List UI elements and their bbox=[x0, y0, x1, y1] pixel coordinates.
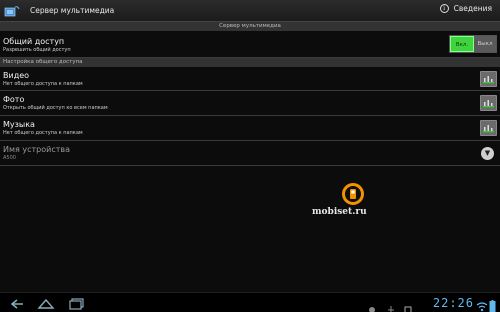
home-icon[interactable] bbox=[37, 296, 55, 312]
device-name-value: A500 bbox=[3, 155, 16, 161]
about-button[interactable]: i Сведения bbox=[439, 4, 492, 13]
section-header-server: Сервер мультимедиа bbox=[0, 22, 500, 31]
chevron-down-icon[interactable]: ▼ bbox=[481, 147, 494, 160]
page-title: Сервер мультимедиа bbox=[30, 6, 115, 15]
recent-apps-icon[interactable] bbox=[68, 296, 86, 312]
item-subtitle: Нет общего доступа к папкам bbox=[3, 130, 83, 136]
media-status-icon bbox=[404, 299, 412, 312]
sharing-title: Общий доступ bbox=[3, 37, 65, 46]
about-label: Сведения bbox=[453, 4, 492, 13]
action-bar: Сервер мультимедиа i Сведения bbox=[0, 0, 500, 22]
android-status-icon bbox=[368, 299, 376, 312]
wifi-icon bbox=[476, 297, 488, 312]
item-subtitle: Нет общего доступа к папкам bbox=[3, 81, 83, 87]
sharing-row[interactable]: Общий доступ Разрешить общий доступ Вкл.… bbox=[0, 31, 500, 58]
list-item-music[interactable]: Музыка Нет общего доступа к папкам bbox=[0, 116, 500, 141]
watermark-logo-icon bbox=[342, 183, 364, 205]
device-name-row[interactable]: Имя устройства A500 ▼ bbox=[0, 141, 500, 166]
section-header-settings: Настройка общего доступа bbox=[0, 58, 500, 67]
equalizer-settings-icon[interactable] bbox=[480, 95, 497, 111]
list-item-photo[interactable]: Фото Открыть общий доступ ко всем папкам bbox=[0, 91, 500, 116]
item-title: Фото bbox=[3, 95, 25, 104]
item-subtitle: Открыть общий доступ ко всем папкам bbox=[3, 105, 108, 111]
sharing-subtitle: Разрешить общий доступ bbox=[3, 47, 71, 53]
equalizer-settings-icon[interactable] bbox=[480, 120, 497, 136]
battery-icon bbox=[489, 297, 496, 312]
toggle-off-option[interactable]: Выкл bbox=[474, 36, 496, 52]
back-icon[interactable] bbox=[8, 296, 26, 312]
list-item-video[interactable]: Видео Нет общего доступа к папкам bbox=[0, 67, 500, 91]
device-name-title: Имя устройства bbox=[3, 145, 71, 154]
media-server-app-icon bbox=[4, 4, 20, 18]
equalizer-settings-icon[interactable] bbox=[480, 71, 497, 87]
usb-status-icon bbox=[387, 299, 395, 312]
item-title: Музыка bbox=[3, 120, 35, 129]
item-title: Видео bbox=[3, 71, 30, 80]
info-icon: i bbox=[439, 4, 449, 13]
clock: 22:26 bbox=[432, 296, 474, 310]
sharing-toggle[interactable]: Вкл. Выкл bbox=[449, 35, 497, 53]
watermark-text: mobiset.ru bbox=[312, 207, 367, 217]
system-nav-bar: 22:26 bbox=[0, 292, 500, 312]
toggle-on-option[interactable]: Вкл. bbox=[450, 36, 474, 52]
